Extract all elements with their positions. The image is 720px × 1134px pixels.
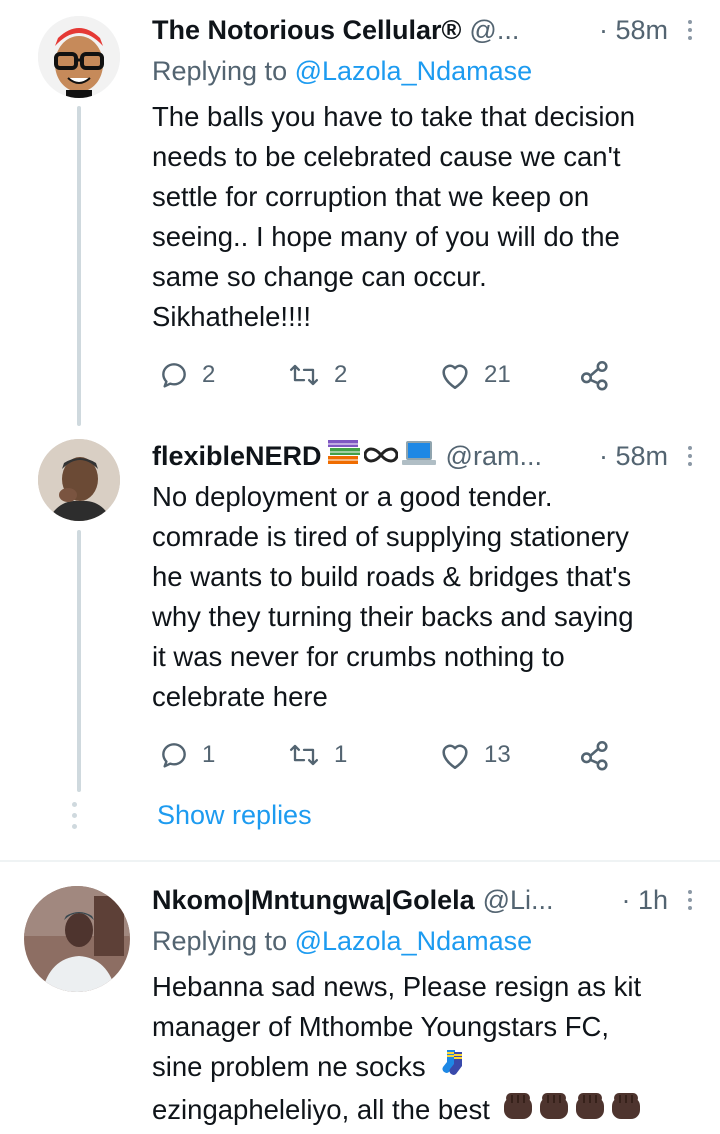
replying-to: Replying to @Lazola_Ndamase [152, 926, 532, 957]
more-options-icon[interactable] [680, 890, 700, 910]
retweet-count: 2 [334, 361, 348, 388]
share-icon [580, 360, 608, 391]
replying-prefix: Replying to [152, 926, 295, 956]
tweet-text: Hebanna sad news, Please resign as kit m… [152, 967, 702, 1134]
thread-continuation-dots [72, 802, 77, 829]
reply-button[interactable]: 2 [158, 355, 215, 395]
tweet-text-line-with-emoji: sine problem ne socks [152, 1047, 702, 1089]
tweet-header: The Notorious Cellular® @... · 58m [152, 12, 700, 48]
like-button[interactable]: 21 [438, 355, 511, 395]
reply-count: 1 [202, 741, 216, 768]
replying-prefix: Replying to [152, 56, 295, 86]
laptop-emoji-icon [400, 438, 438, 475]
avatar[interactable] [24, 886, 130, 992]
heart-icon [442, 744, 468, 770]
tweet-text-line: ezingapheleliyo, all the best [152, 1094, 490, 1125]
display-name[interactable]: The Notorious Cellular® [152, 15, 461, 46]
reply-count: 2 [202, 361, 216, 388]
tweet-text-line: manager of Mthombe Youngstars FC, [152, 1011, 610, 1042]
reply-icon [162, 363, 186, 388]
like-count: 13 [484, 741, 511, 768]
thread-line [77, 530, 81, 792]
timestamp[interactable]: · 1h [607, 885, 668, 916]
tweet-text: No deployment or a good tender. comrade … [152, 481, 634, 712]
tweet-text: The balls you have to take that decision… [152, 101, 636, 332]
reply-icon [162, 743, 186, 768]
more-options-icon[interactable] [680, 446, 700, 466]
tweet-header: flexibleNERD @ram... · 58m [152, 438, 700, 474]
heart-icon [442, 364, 468, 390]
like-count: 21 [484, 361, 511, 388]
replying-mention-link[interactable]: @Lazola_Ndamase [295, 56, 533, 86]
display-name[interactable]: flexibleNERD [152, 441, 322, 472]
retweet-button[interactable]: 1 [286, 735, 347, 775]
divider [0, 860, 720, 862]
timestamp[interactable]: · 58m [585, 441, 668, 472]
avatar[interactable] [38, 439, 120, 521]
tweet-actions: 2 2 21 [158, 355, 638, 395]
share-icon [580, 740, 608, 771]
display-name[interactable]: Nkomo|Mntungwa|Golela [152, 885, 475, 916]
retweet-count: 1 [334, 741, 348, 768]
avatar[interactable] [38, 16, 120, 98]
socks-emoji-icon [439, 1048, 469, 1089]
retweet-button[interactable]: 2 [286, 355, 347, 395]
share-button[interactable] [578, 355, 612, 395]
replying-mention-link[interactable]: @Lazola_Ndamase [295, 926, 533, 956]
timestamp[interactable]: · 58m [585, 15, 668, 46]
retweet-icon [289, 364, 319, 386]
retweet-icon [289, 744, 319, 766]
tweet-header: Nkomo|Mntungwa|Golela @Li... · 1h [152, 882, 700, 918]
show-replies-link[interactable]: Show replies [157, 800, 312, 831]
infinity-emoji-icon [363, 441, 399, 472]
raised-fist-emoji-icon [502, 1089, 642, 1134]
thread-line [77, 106, 81, 426]
tweet-text-line-with-emoji: ezingapheleliyo, all the best [152, 1089, 702, 1134]
user-handle[interactable]: @... [469, 15, 519, 46]
more-options-icon[interactable] [680, 20, 700, 40]
replying-to: Replying to @Lazola_Ndamase [152, 56, 532, 87]
reply-button[interactable]: 1 [158, 735, 215, 775]
share-button[interactable] [578, 735, 612, 775]
tweet-text-line: Hebanna sad news, Please resign as kit [152, 971, 642, 1002]
like-button[interactable]: 13 [438, 735, 511, 775]
books-emoji-icon [326, 438, 362, 475]
tweet-text-line: sine problem ne socks [152, 1051, 426, 1082]
user-handle[interactable]: @Li... [483, 885, 554, 916]
tweet-actions: 1 1 13 [158, 735, 638, 775]
user-handle[interactable]: @ram... [446, 441, 542, 472]
